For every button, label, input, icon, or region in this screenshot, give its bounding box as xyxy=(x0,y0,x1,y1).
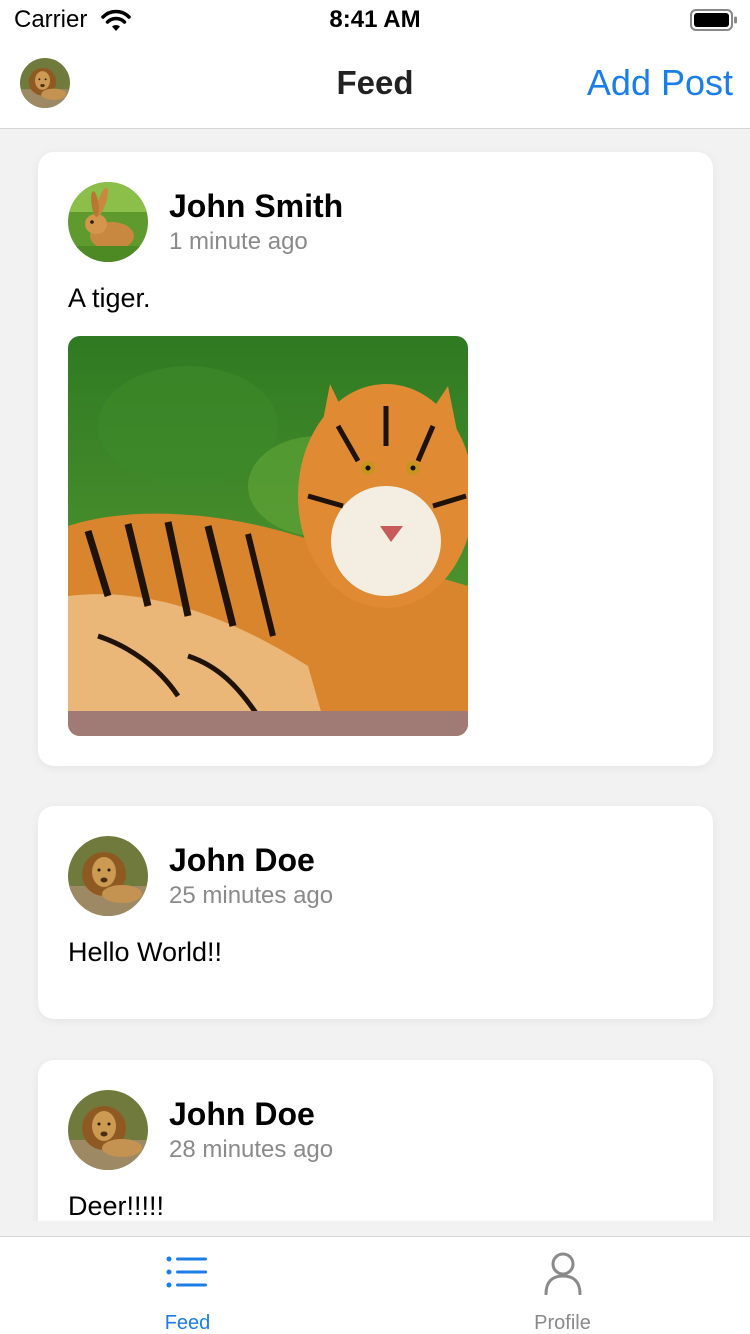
post-timestamp: 25 minutes ago xyxy=(169,882,334,909)
add-post-button[interactable]: Add Post xyxy=(587,62,733,104)
battery-icon xyxy=(690,9,737,31)
post-author-avatar[interactable] xyxy=(68,1090,148,1170)
post-author-avatar[interactable] xyxy=(68,182,148,262)
post-author-name[interactable]: John Doe xyxy=(169,842,315,879)
tab-label: Profile xyxy=(534,1312,591,1334)
status-bar: Carrier 8:41 AM xyxy=(0,0,750,40)
post-author-name[interactable]: John Smith xyxy=(169,188,343,225)
feed-list[interactable]: John Smith 1 minute ago A tiger. John Do… xyxy=(0,129,750,1221)
rabbit-avatar-icon xyxy=(68,182,148,262)
post-image[interactable] xyxy=(68,336,468,736)
tab-bar: Feed Profile xyxy=(0,1236,750,1334)
tiger-photo-icon xyxy=(68,336,468,736)
post-card[interactable]: John Smith 1 minute ago A tiger. xyxy=(38,152,713,766)
post-timestamp: 1 minute ago xyxy=(169,228,308,255)
tab-feed[interactable]: Feed xyxy=(0,1237,375,1334)
tab-label: Feed xyxy=(164,1312,211,1334)
lion-avatar-icon xyxy=(68,836,148,916)
post-text: Hello World!! xyxy=(68,937,223,967)
post-author-name[interactable]: John Doe xyxy=(169,1096,315,1133)
post-card[interactable]: John Doe 28 minutes ago Deer!!!!! xyxy=(38,1060,713,1221)
person-icon xyxy=(544,1252,582,1295)
tab-profile[interactable]: Profile xyxy=(375,1237,750,1334)
navigation-bar: Feed Add Post xyxy=(0,40,750,129)
list-icon xyxy=(166,1256,207,1288)
post-timestamp: 28 minutes ago xyxy=(169,1136,334,1163)
post-text: Deer!!!!! xyxy=(68,1191,165,1221)
lion-avatar-icon xyxy=(68,1090,148,1170)
post-author-avatar[interactable] xyxy=(68,836,148,916)
post-card[interactable]: John Doe 25 minutes ago Hello World!! xyxy=(38,806,713,1019)
post-text: A tiger. xyxy=(68,283,151,313)
status-time: 8:41 AM xyxy=(329,6,421,33)
